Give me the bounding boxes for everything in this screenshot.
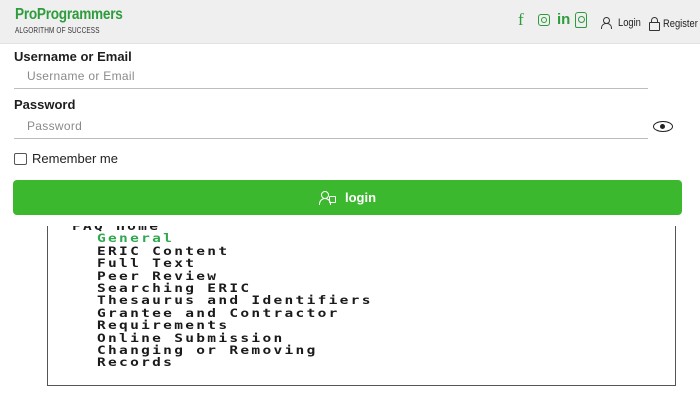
instagram-icon[interactable] [538, 14, 550, 26]
brand-name: ProProgrammers [15, 6, 123, 23]
checkbox-box[interactable] [14, 152, 27, 165]
facebook-icon[interactable]: f [518, 10, 524, 30]
password-input[interactable] [14, 114, 648, 139]
header-register-link[interactable]: Register [649, 17, 700, 31]
faq-item[interactable]: General [97, 233, 373, 245]
show-password-eye-icon[interactable] [653, 120, 673, 132]
top-header: ProProgrammers ALGORITHM OF SUCCESS f in… [0, 0, 700, 44]
faq-item[interactable]: ERIC Content [97, 246, 373, 258]
brand-tagline: ALGORITHM OF SUCCESS [15, 26, 100, 35]
username-input[interactable] [14, 64, 648, 89]
login-button[interactable]: login [13, 180, 682, 215]
faq-item[interactable]: Grantee and Contractor [97, 308, 373, 320]
header-register-label: Register [663, 17, 698, 30]
faq-item[interactable]: Records [97, 357, 373, 369]
faq-list: FAQ Home General ERIC Content Full Text Peer… [72, 226, 373, 371]
faq-home-link[interactable]: FAQ Home [72, 226, 373, 233]
lock-icon [649, 17, 660, 31]
external-icon[interactable] [575, 12, 587, 28]
faq-panel: FAQ Home General ERIC Content Full Text Peer… [47, 226, 676, 386]
password-label: Password [14, 97, 76, 112]
faq-item[interactable]: Peer Review [97, 270, 373, 282]
login-button-label: login [344, 190, 377, 205]
faq-item[interactable]: Full Text [97, 258, 373, 270]
brand-logo[interactable]: ProProgrammers ALGORITHM OF SUCCESS [15, 6, 142, 35]
user-icon [601, 17, 614, 29]
header-login-label: Login [618, 17, 641, 29]
user-lock-icon [318, 190, 337, 205]
faq-item[interactable]: Changing or Removing [97, 345, 373, 357]
header-login-link[interactable]: Login [601, 17, 645, 29]
faq-item[interactable]: Online Submission [97, 332, 373, 344]
faq-item[interactable]: Thesaurus and Identifiers [97, 295, 373, 307]
linkedin-icon[interactable]: in [557, 11, 570, 28]
faq-item[interactable]: Requirements [97, 320, 373, 332]
faq-item[interactable]: Searching ERIC [97, 283, 373, 295]
remember-me-checkbox[interactable]: Remember me [14, 151, 118, 166]
username-label: Username or Email [14, 49, 132, 64]
remember-me-label: Remember me [32, 151, 118, 166]
